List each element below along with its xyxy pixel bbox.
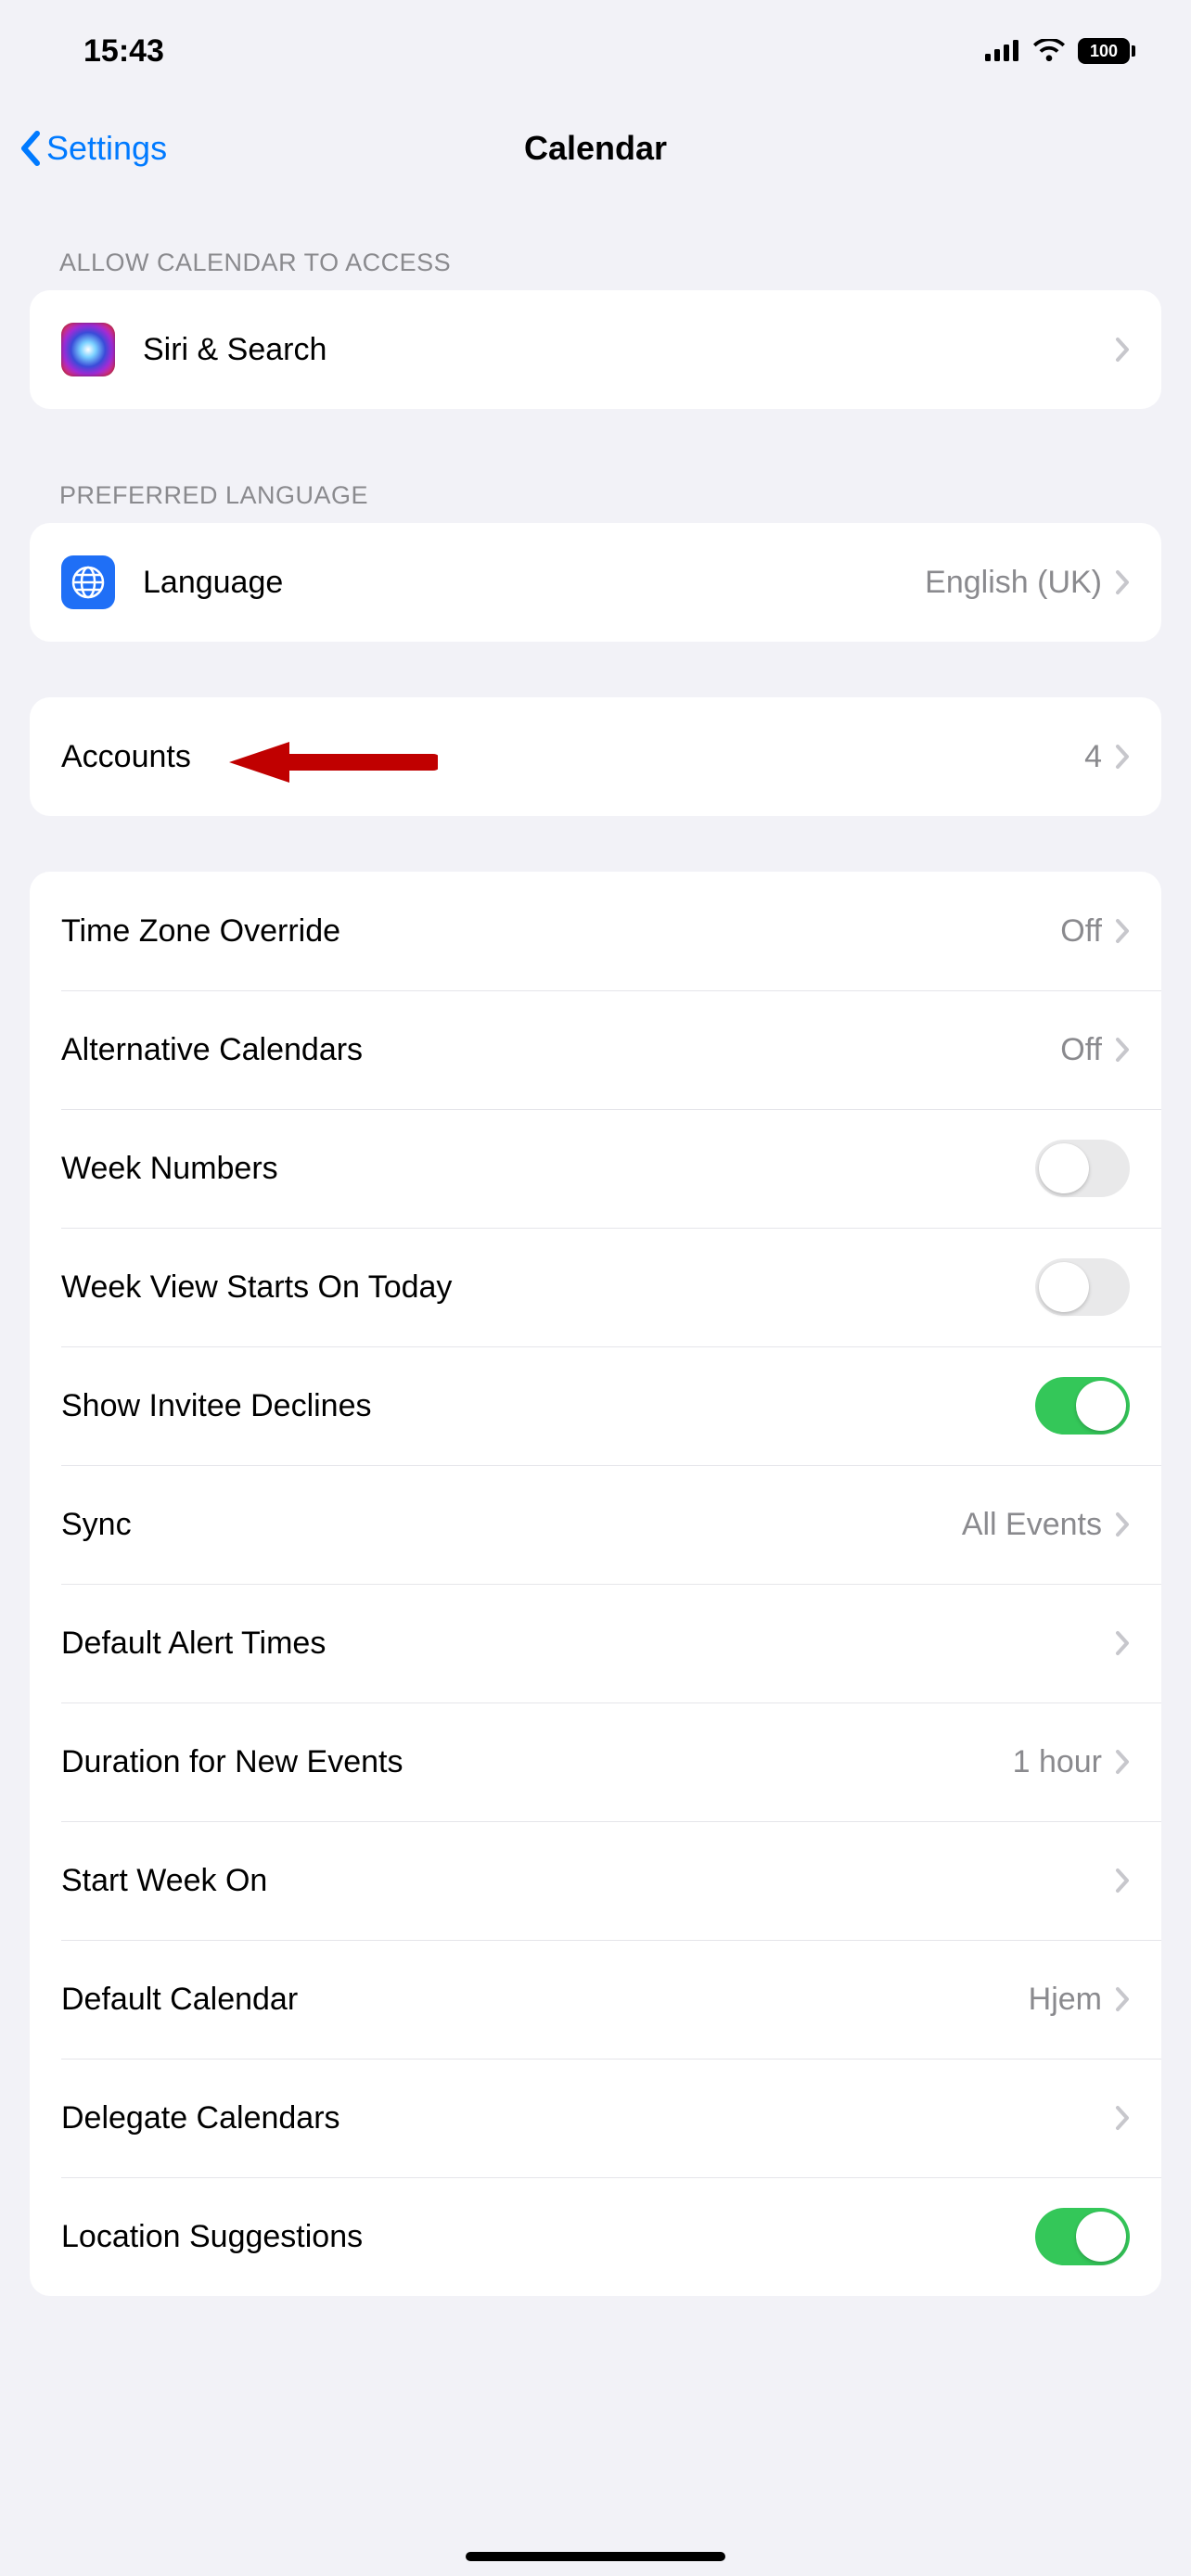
chevron-right-icon — [1115, 2105, 1130, 2131]
status-time: 15:43 — [83, 33, 164, 70]
weeknum-label: Week Numbers — [61, 1151, 1035, 1187]
page-title: Calendar — [524, 129, 667, 168]
back-button[interactable]: Settings — [19, 129, 167, 168]
startweek-label: Start Week On — [61, 1863, 1115, 1899]
defcal-value: Hjem — [1029, 1982, 1102, 2018]
accounts-value: 4 — [1084, 739, 1102, 775]
tz-label: Time Zone Override — [61, 913, 1060, 950]
row-sync[interactable]: Sync All Events — [30, 1465, 1161, 1584]
chevron-right-icon — [1115, 337, 1130, 363]
group-language: Language English (UK) — [30, 523, 1161, 642]
toggle-location-suggestions[interactable] — [1035, 2208, 1130, 2265]
row-show-invitee-declines: Show Invitee Declines — [30, 1346, 1161, 1465]
row-siri-search[interactable]: Siri & Search — [30, 290, 1161, 409]
chevron-right-icon — [1115, 1037, 1130, 1063]
chevron-right-icon — [1115, 744, 1130, 770]
chevron-left-icon — [19, 130, 41, 167]
group-options: Time Zone Override Off Alternative Calen… — [30, 872, 1161, 2296]
siri-icon — [61, 323, 115, 376]
nav-bar: Settings Calendar — [0, 102, 1191, 195]
row-week-view-today: Week View Starts On Today — [30, 1228, 1161, 1346]
section-header-language: PREFERRED LANGUAGE — [0, 465, 1191, 523]
battery-icon: 100 — [1078, 38, 1135, 64]
sync-value: All Events — [962, 1507, 1102, 1543]
weekstart-label: Week View Starts On Today — [61, 1269, 1035, 1306]
row-accounts[interactable]: Accounts 4 — [30, 697, 1161, 816]
accounts-label: Accounts — [61, 739, 1084, 775]
language-value: English (UK) — [925, 565, 1102, 601]
sync-label: Sync — [61, 1507, 962, 1543]
tz-value: Off — [1060, 913, 1102, 950]
duration-value: 1 hour — [1013, 1744, 1102, 1780]
cellular-icon — [985, 33, 1020, 70]
globe-icon — [61, 555, 115, 609]
row-timezone-override[interactable]: Time Zone Override Off — [30, 872, 1161, 990]
row-week-numbers: Week Numbers — [30, 1109, 1161, 1228]
chevron-right-icon — [1115, 1630, 1130, 1656]
row-language[interactable]: Language English (UK) — [30, 523, 1161, 642]
section-header-access: ALLOW CALENDAR TO ACCESS — [0, 232, 1191, 290]
row-delegate-calendars[interactable]: Delegate Calendars — [30, 2059, 1161, 2177]
back-label: Settings — [46, 129, 167, 168]
toggle-week-numbers[interactable] — [1035, 1140, 1130, 1197]
chevron-right-icon — [1115, 1986, 1130, 2012]
content: ALLOW CALENDAR TO ACCESS Siri & Search P… — [0, 195, 1191, 2296]
toggle-invitee-declines[interactable] — [1035, 1377, 1130, 1435]
delegate-label: Delegate Calendars — [61, 2100, 1115, 2136]
group-access: Siri & Search — [30, 290, 1161, 409]
wifi-icon — [1033, 33, 1065, 70]
chevron-right-icon — [1115, 569, 1130, 595]
toggle-week-view-today[interactable] — [1035, 1258, 1130, 1316]
group-accounts: Accounts 4 — [30, 697, 1161, 816]
row-alternative-calendars[interactable]: Alternative Calendars Off — [30, 990, 1161, 1109]
alert-label: Default Alert Times — [61, 1626, 1115, 1662]
duration-label: Duration for New Events — [61, 1744, 1013, 1780]
row-location-suggestions: Location Suggestions — [30, 2177, 1161, 2296]
row-default-alert-times[interactable]: Default Alert Times — [30, 1584, 1161, 1702]
defcal-label: Default Calendar — [61, 1982, 1029, 2018]
chevron-right-icon — [1115, 1868, 1130, 1894]
row-duration-new-events[interactable]: Duration for New Events 1 hour — [30, 1702, 1161, 1821]
status-indicators: 100 — [985, 33, 1135, 70]
locsug-label: Location Suggestions — [61, 2219, 1035, 2255]
row-default-calendar[interactable]: Default Calendar Hjem — [30, 1940, 1161, 2059]
chevron-right-icon — [1115, 1511, 1130, 1537]
chevron-right-icon — [1115, 1749, 1130, 1775]
altcal-value: Off — [1060, 1032, 1102, 1068]
invitee-label: Show Invitee Declines — [61, 1388, 1035, 1424]
home-indicator[interactable] — [466, 2552, 725, 2561]
siri-label: Siri & Search — [143, 332, 1115, 368]
language-label: Language — [143, 565, 925, 601]
status-bar: 15:43 100 — [0, 0, 1191, 102]
chevron-right-icon — [1115, 918, 1130, 944]
row-start-week-on[interactable]: Start Week On — [30, 1821, 1161, 1940]
altcal-label: Alternative Calendars — [61, 1032, 1060, 1068]
